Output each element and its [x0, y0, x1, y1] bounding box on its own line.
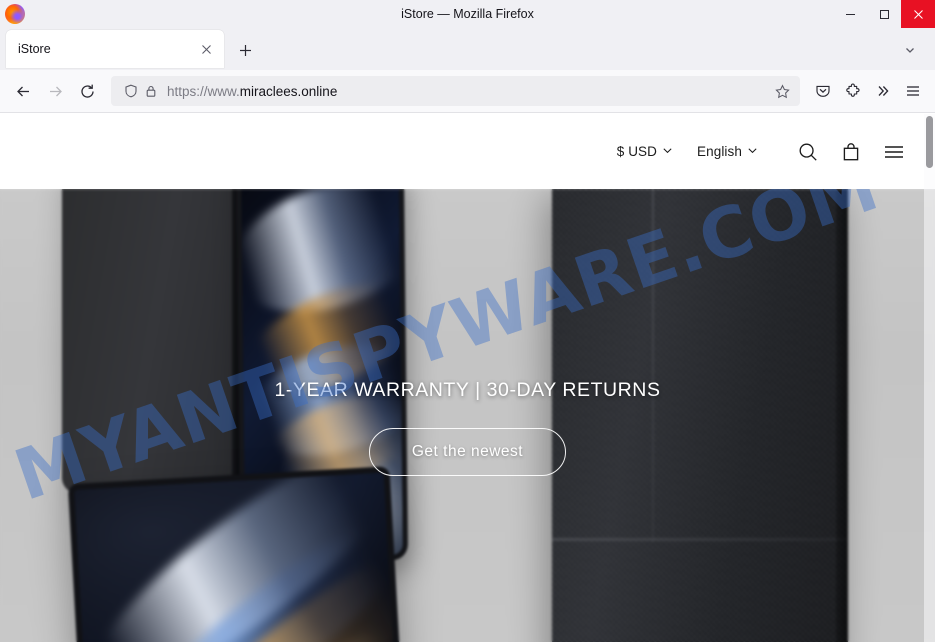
hamburger-menu-icon[interactable] [898, 75, 928, 107]
close-button[interactable] [901, 0, 935, 28]
list-all-tabs-chevron-down-icon[interactable] [895, 35, 925, 65]
url-bar[interactable]: https://www.miraclees.online [111, 76, 800, 106]
new-tab-button[interactable] [230, 35, 260, 65]
forward-arrow-icon[interactable] [39, 75, 71, 107]
back-arrow-icon[interactable] [7, 75, 39, 107]
chevron-double-right-icon[interactable] [868, 75, 898, 107]
case-flap-line [552, 538, 848, 541]
maximize-button[interactable] [867, 0, 901, 28]
minimize-button[interactable] [833, 0, 867, 28]
hero-product-phone-front [67, 466, 407, 642]
tab-strip: iStore [0, 28, 935, 70]
page-scrollbar-track[interactable] [924, 114, 935, 642]
save-to-pocket-icon[interactable] [808, 75, 838, 107]
currency-selector[interactable]: $ USD [617, 144, 673, 159]
padlock-icon[interactable] [141, 81, 161, 101]
firefox-logo-icon [5, 4, 25, 24]
page-viewport: $ USD English MYANTISPYWARE.COM 1-YEAR W… [0, 114, 935, 642]
reload-icon[interactable] [71, 75, 103, 107]
hero-phone-front-wallpaper [67, 466, 407, 642]
page-scrollbar-thumb[interactable] [926, 116, 933, 168]
url-host: miraclees.online [239, 83, 338, 99]
bookmark-star-icon[interactable] [770, 79, 794, 103]
window-controls [833, 0, 935, 28]
chevron-down-icon [747, 144, 758, 159]
chevron-down-icon [662, 144, 673, 159]
hero-banner: MYANTISPYWARE.COM 1-YEAR WARRANTY | 30-D… [0, 189, 935, 642]
extensions-puzzle-icon[interactable] [838, 75, 868, 107]
site-hamburger-menu-icon[interactable] [877, 135, 911, 169]
close-tab-icon[interactable] [196, 39, 216, 59]
site-header: $ USD English [0, 114, 935, 189]
currency-label: $ USD [616, 144, 658, 159]
tab-label: iStore [18, 42, 51, 56]
language-label: English [697, 144, 742, 159]
hero-copy: 1-YEAR WARRANTY | 30-DAY RETURNS Get the… [0, 379, 935, 476]
case-seam [652, 189, 654, 543]
firefox-window: iStore — Mozilla Firefox iStore https://… [0, 0, 935, 642]
window-title: iStore — Mozilla Firefox [401, 7, 534, 21]
language-selector[interactable]: English [697, 144, 758, 159]
search-icon[interactable] [791, 135, 825, 169]
tracking-protection-shield-icon[interactable] [121, 81, 141, 101]
url-text[interactable]: https://www.miraclees.online [167, 84, 770, 99]
shopping-bag-icon[interactable] [834, 135, 868, 169]
navigation-toolbar: https://www.miraclees.online [0, 70, 935, 113]
hero-tagline: 1-YEAR WARRANTY | 30-DAY RETURNS [274, 379, 661, 401]
title-bar: iStore — Mozilla Firefox [0, 0, 935, 28]
url-scheme: https://www. [167, 83, 240, 99]
get-the-newest-button[interactable]: Get the newest [368, 428, 567, 476]
tab-istore[interactable]: iStore [6, 30, 224, 68]
